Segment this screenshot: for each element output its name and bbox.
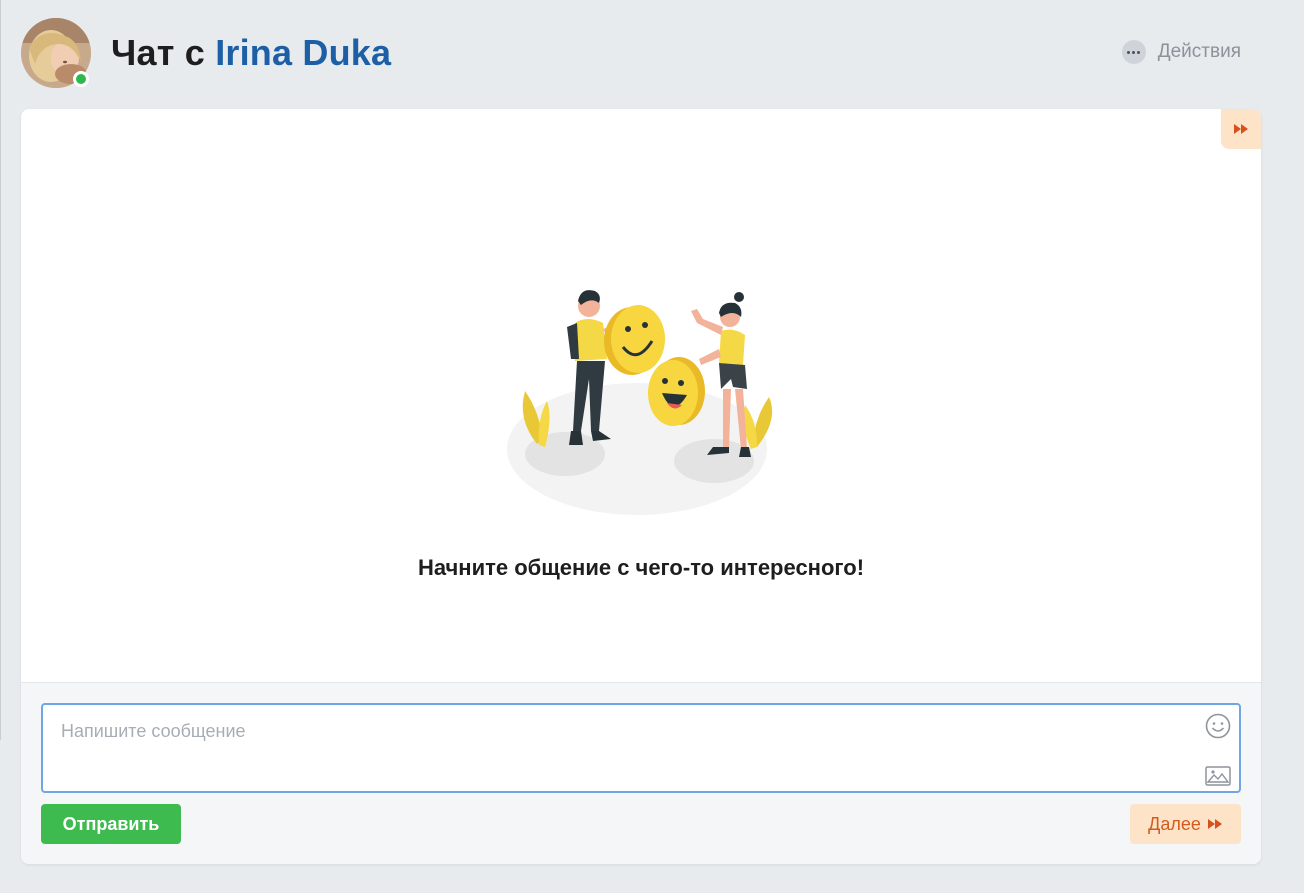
skip-button[interactable] xyxy=(1221,109,1261,149)
page-left-edge xyxy=(0,0,1,740)
fast-forward-icon xyxy=(1207,819,1222,829)
empty-chat-message: Начните общение с чего-то интересного! xyxy=(417,555,865,580)
title-prefix: Чат с xyxy=(111,32,205,73)
chat-card: Начните общение с чего-то интересного! О… xyxy=(21,109,1261,864)
online-status-dot xyxy=(73,71,89,87)
empty-chat-illustration xyxy=(507,290,773,515)
chat-header: Чат с Irina Duka Действия xyxy=(21,18,1261,90)
send-button[interactable]: Отправить xyxy=(41,804,181,844)
actions-button[interactable]: Действия xyxy=(1121,40,1241,64)
next-button[interactable]: Далее xyxy=(1130,804,1241,844)
message-input[interactable] xyxy=(61,721,1191,777)
contact-name-link[interactable]: Irina Duka xyxy=(215,32,391,73)
actions-label: Действия xyxy=(1157,41,1241,62)
image-icon[interactable] xyxy=(1205,765,1231,787)
fast-forward-icon xyxy=(1234,124,1248,134)
message-box xyxy=(41,703,1241,793)
more-dots-icon xyxy=(1121,40,1146,64)
next-button-label: Далее xyxy=(1148,813,1201,834)
message-composer: Отправить Далее xyxy=(21,682,1261,864)
smiley-icon[interactable] xyxy=(1205,713,1231,739)
page-title: Чат с Irina Duka xyxy=(111,32,391,74)
